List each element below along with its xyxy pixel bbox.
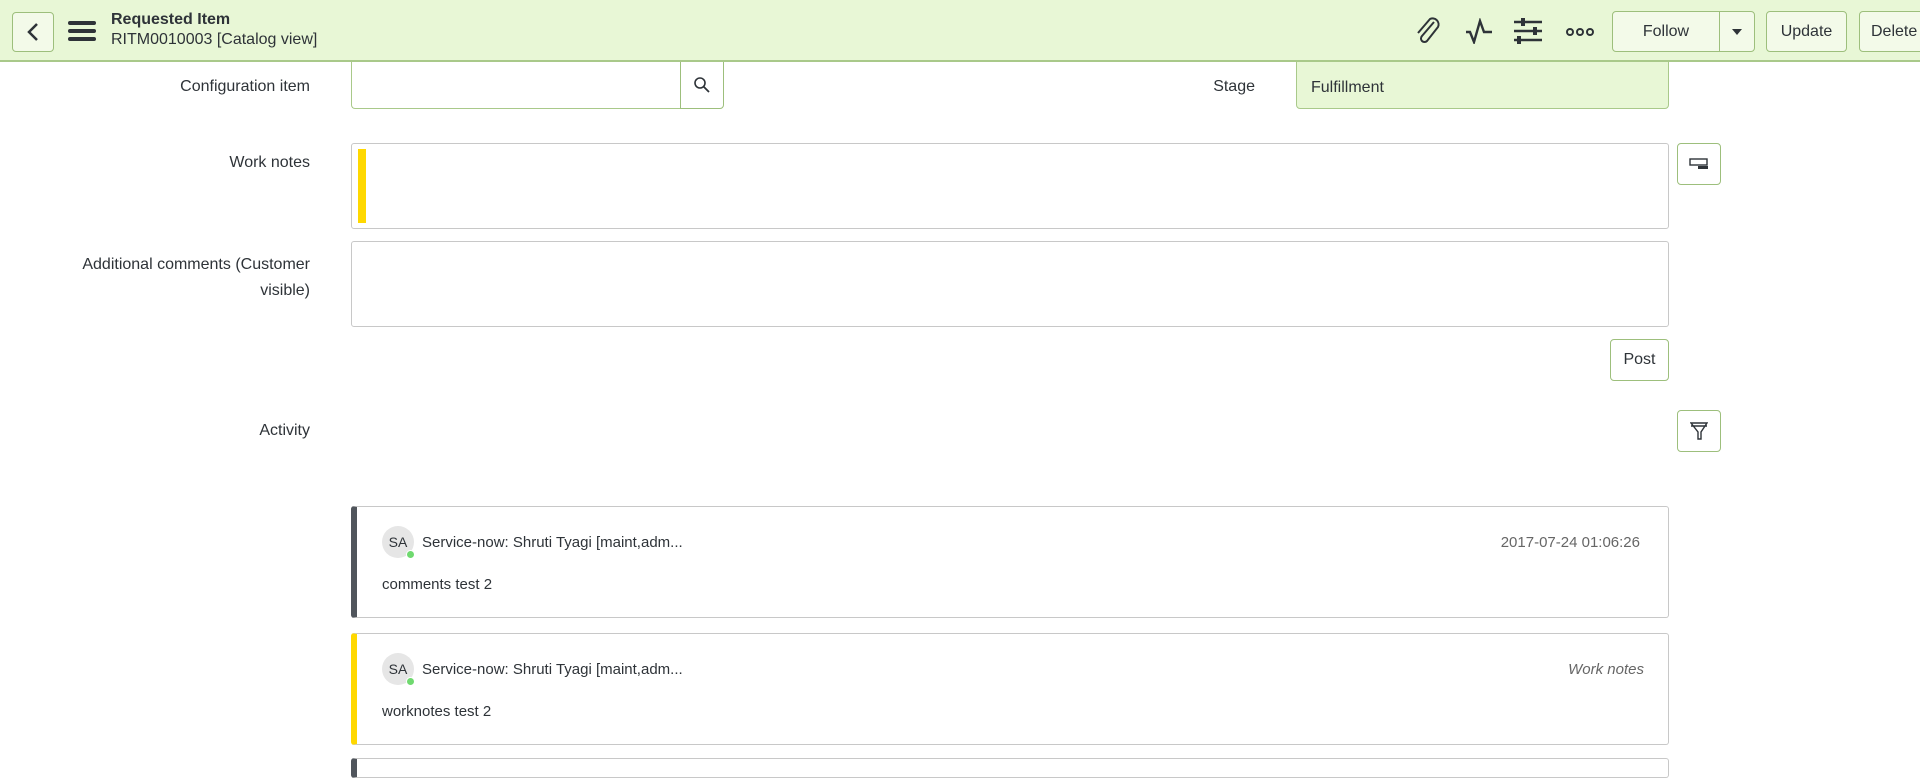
filter-funnel-icon <box>1690 422 1708 440</box>
activity-entry-partial <box>351 758 1669 778</box>
update-button[interactable]: Update <box>1766 11 1847 52</box>
chevron-left-icon <box>27 23 38 41</box>
activity-text: worknotes test 2 <box>382 703 492 720</box>
delete-button[interactable]: Delete <box>1859 11 1920 52</box>
form-header: Requested Item RITM0010003 [Catalog view… <box>0 0 1920 62</box>
activity-label: Activity <box>259 422 310 439</box>
activity-timestamp: 2017-07-24 01:06:26 <box>1500 534 1640 551</box>
record-type-title: Requested Item <box>111 11 231 28</box>
activity-author[interactable]: Service-now: Shruti Tyagi [maint,adm... <box>422 534 683 551</box>
field-toggle-icon <box>1689 158 1708 169</box>
avatar-initials: SA <box>388 661 408 677</box>
additional-comments-label-line1: Additional comments (Customer <box>82 256 310 273</box>
online-status-dot <box>406 677 415 686</box>
avatar: SA <box>382 653 415 686</box>
activity-type-label: Work notes <box>1568 661 1644 678</box>
more-options-icon[interactable] <box>1566 27 1594 37</box>
follow-button[interactable]: Follow <box>1612 11 1720 52</box>
online-status-dot <box>406 550 415 559</box>
stage-label: Stage <box>1213 78 1255 95</box>
work-notes-textarea[interactable] <box>351 143 1669 229</box>
activity-entry: SA Service-now: Shruti Tyagi [maint,adm.… <box>351 633 1669 745</box>
back-button[interactable] <box>12 12 54 52</box>
search-icon <box>694 76 710 93</box>
activity-pulse-icon[interactable] <box>1464 18 1494 44</box>
personalize-sliders-icon[interactable] <box>1514 18 1542 44</box>
work-notes-indicator <box>358 149 366 223</box>
post-button[interactable]: Post <box>1610 339 1669 381</box>
hamburger-menu-icon[interactable] <box>68 20 96 42</box>
activity-author[interactable]: Service-now: Shruti Tyagi [maint,adm... <box>422 661 683 678</box>
paperclip-icon[interactable] <box>1414 16 1442 46</box>
follow-dropdown-button[interactable] <box>1719 11 1755 52</box>
work-notes-label: Work notes <box>229 154 310 171</box>
work-notes-toggle-button[interactable] <box>1677 143 1721 185</box>
activity-text: comments test 2 <box>382 576 493 593</box>
stage-field: Fulfillment <box>1296 60 1669 109</box>
configuration-item-lookup-button[interactable] <box>680 60 724 109</box>
additional-comments-textarea[interactable] <box>351 241 1669 327</box>
activity-filter-button[interactable] <box>1677 410 1721 452</box>
activity-entry: SA Service-now: Shruti Tyagi [maint,adm.… <box>351 506 1669 618</box>
avatar-initials: SA <box>388 534 408 550</box>
caret-down-icon <box>1732 28 1742 35</box>
additional-comments-label: Additional comments (Customer visible) <box>82 252 310 304</box>
avatar: SA <box>382 526 415 559</box>
record-number: RITM0010003 [Catalog view] <box>111 31 318 48</box>
configuration-item-input[interactable] <box>351 60 681 109</box>
configuration-item-label: Configuration item <box>180 78 310 95</box>
additional-comments-label-line2: visible) <box>260 282 310 299</box>
